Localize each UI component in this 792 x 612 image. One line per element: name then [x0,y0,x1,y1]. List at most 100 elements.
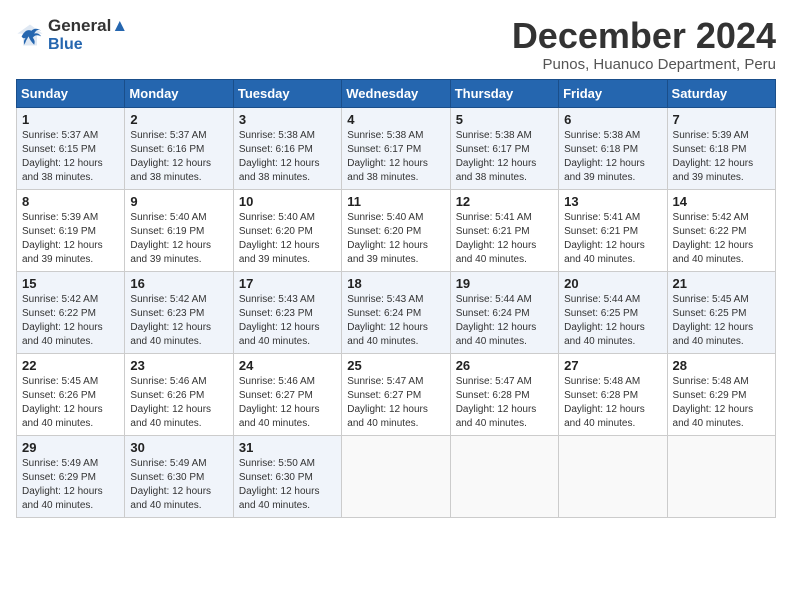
day-info: Sunrise: 5:49 AMSunset: 6:30 PMDaylight:… [130,457,227,513]
day-number: 11 [347,194,444,209]
month-title: December 2024 [512,16,776,56]
day-number: 30 [130,440,227,455]
day-info: Sunrise: 5:40 AMSunset: 6:20 PMDaylight:… [239,211,336,267]
day-info: Sunrise: 5:47 AMSunset: 6:27 PMDaylight:… [347,375,444,431]
calendar-cell: 24 Sunrise: 5:46 AMSunset: 6:27 PMDayligh… [233,353,341,435]
calendar-table: SundayMondayTuesdayWednesdayThursdayFrid… [16,79,776,518]
calendar-cell: 18 Sunrise: 5:43 AMSunset: 6:24 PMDayligh… [342,271,450,353]
logo-text: General▲ Blue [48,16,128,54]
calendar-cell: 17 Sunrise: 5:43 AMSunset: 6:23 PMDayligh… [233,271,341,353]
day-number: 14 [673,194,770,209]
calendar-cell: 21 Sunrise: 5:45 AMSunset: 6:25 PMDayligh… [667,271,775,353]
day-info: Sunrise: 5:37 AMSunset: 6:16 PMDaylight:… [130,129,227,185]
day-info: Sunrise: 5:42 AMSunset: 6:22 PMDaylight:… [673,211,770,267]
calendar-cell: 1 Sunrise: 5:37 AMSunset: 6:15 PMDaylight… [17,107,125,189]
day-info: Sunrise: 5:37 AMSunset: 6:15 PMDaylight:… [22,129,119,185]
calendar-cell [342,435,450,517]
day-number: 16 [130,276,227,291]
day-info: Sunrise: 5:41 AMSunset: 6:21 PMDaylight:… [456,211,553,267]
day-number: 28 [673,358,770,373]
day-info: Sunrise: 5:43 AMSunset: 6:23 PMDaylight:… [239,293,336,349]
day-number: 6 [564,112,661,127]
logo: General▲ Blue [16,16,128,54]
day-info: Sunrise: 5:40 AMSunset: 6:19 PMDaylight:… [130,211,227,267]
day-number: 22 [22,358,119,373]
calendar-cell: 3 Sunrise: 5:38 AMSunset: 6:16 PMDaylight… [233,107,341,189]
title-block: December 2024 Punos, Huanuco Department,… [512,16,776,73]
calendar-cell [559,435,667,517]
day-number: 8 [22,194,119,209]
day-number: 26 [456,358,553,373]
day-info: Sunrise: 5:41 AMSunset: 6:21 PMDaylight:… [564,211,661,267]
day-info: Sunrise: 5:44 AMSunset: 6:24 PMDaylight:… [456,293,553,349]
day-info: Sunrise: 5:38 AMSunset: 6:17 PMDaylight:… [347,129,444,185]
day-number: 15 [22,276,119,291]
calendar-cell: 4 Sunrise: 5:38 AMSunset: 6:17 PMDaylight… [342,107,450,189]
calendar-cell: 12 Sunrise: 5:41 AMSunset: 6:21 PMDayligh… [450,189,558,271]
weekday-header-saturday: Saturday [667,79,775,107]
calendar-cell: 6 Sunrise: 5:38 AMSunset: 6:18 PMDaylight… [559,107,667,189]
day-info: Sunrise: 5:42 AMSunset: 6:22 PMDaylight:… [22,293,119,349]
calendar-cell: 7 Sunrise: 5:39 AMSunset: 6:18 PMDaylight… [667,107,775,189]
calendar-cell: 26 Sunrise: 5:47 AMSunset: 6:28 PMDayligh… [450,353,558,435]
calendar-cell [450,435,558,517]
day-info: Sunrise: 5:49 AMSunset: 6:29 PMDaylight:… [22,457,119,513]
day-number: 5 [456,112,553,127]
day-info: Sunrise: 5:46 AMSunset: 6:26 PMDaylight:… [130,375,227,431]
day-number: 18 [347,276,444,291]
day-number: 1 [22,112,119,127]
logo-icon [16,21,44,49]
day-number: 2 [130,112,227,127]
day-number: 12 [456,194,553,209]
page-header: General▲ Blue December 2024 Punos, Huanu… [16,16,776,73]
calendar-cell: 13 Sunrise: 5:41 AMSunset: 6:21 PMDayligh… [559,189,667,271]
day-number: 27 [564,358,661,373]
day-info: Sunrise: 5:38 AMSunset: 6:16 PMDaylight:… [239,129,336,185]
weekday-header-thursday: Thursday [450,79,558,107]
day-number: 31 [239,440,336,455]
day-number: 24 [239,358,336,373]
calendar-cell: 10Sunrise: 5:40 AMSunset: 6:20 PMDayligh… [233,189,341,271]
day-number: 17 [239,276,336,291]
calendar-cell: 31 Sunrise: 5:50 AMSunset: 6:30 PMDayligh… [233,435,341,517]
calendar-cell: 29 Sunrise: 5:49 AMSunset: 6:29 PMDayligh… [17,435,125,517]
day-info: Sunrise: 5:46 AMSunset: 6:27 PMDaylight:… [239,375,336,431]
day-info: Sunrise: 5:38 AMSunset: 6:18 PMDaylight:… [564,129,661,185]
day-number: 19 [456,276,553,291]
calendar-cell: 5 Sunrise: 5:38 AMSunset: 6:17 PMDaylight… [450,107,558,189]
day-info: Sunrise: 5:40 AMSunset: 6:20 PMDaylight:… [347,211,444,267]
day-info: Sunrise: 5:47 AMSunset: 6:28 PMDaylight:… [456,375,553,431]
calendar-cell: 8Sunrise: 5:39 AMSunset: 6:19 PMDaylight… [17,189,125,271]
weekday-header-monday: Monday [125,79,233,107]
calendar-cell [667,435,775,517]
day-number: 4 [347,112,444,127]
calendar-cell: 11 Sunrise: 5:40 AMSunset: 6:20 PMDayligh… [342,189,450,271]
day-info: Sunrise: 5:39 AMSunset: 6:18 PMDaylight:… [673,129,770,185]
calendar-cell: 15 Sunrise: 5:42 AMSunset: 6:22 PMDayligh… [17,271,125,353]
calendar-cell: 27Sunrise: 5:48 AMSunset: 6:28 PMDayligh… [559,353,667,435]
calendar-cell: 2 Sunrise: 5:37 AMSunset: 6:16 PMDaylight… [125,107,233,189]
day-info: Sunrise: 5:44 AMSunset: 6:25 PMDaylight:… [564,293,661,349]
calendar-cell: 25Sunrise: 5:47 AMSunset: 6:27 PMDayligh… [342,353,450,435]
day-number: 7 [673,112,770,127]
day-info: Sunrise: 5:50 AMSunset: 6:30 PMDaylight:… [239,457,336,513]
location-subtitle: Punos, Huanuco Department, Peru [512,56,776,73]
calendar-cell: 19 Sunrise: 5:44 AMSunset: 6:24 PMDayligh… [450,271,558,353]
day-number: 13 [564,194,661,209]
day-info: Sunrise: 5:45 AMSunset: 6:26 PMDaylight:… [22,375,119,431]
day-number: 21 [673,276,770,291]
weekday-header-wednesday: Wednesday [342,79,450,107]
calendar-cell: 20 Sunrise: 5:44 AMSunset: 6:25 PMDayligh… [559,271,667,353]
calendar-cell: 22 Sunrise: 5:45 AMSunset: 6:26 PMDayligh… [17,353,125,435]
calendar-cell: 16 Sunrise: 5:42 AMSunset: 6:23 PMDayligh… [125,271,233,353]
day-number: 20 [564,276,661,291]
day-info: Sunrise: 5:42 AMSunset: 6:23 PMDaylight:… [130,293,227,349]
day-info: Sunrise: 5:43 AMSunset: 6:24 PMDaylight:… [347,293,444,349]
day-info: Sunrise: 5:38 AMSunset: 6:17 PMDaylight:… [456,129,553,185]
calendar-cell: 9Sunrise: 5:40 AMSunset: 6:19 PMDaylight… [125,189,233,271]
weekday-header-tuesday: Tuesday [233,79,341,107]
day-info: Sunrise: 5:45 AMSunset: 6:25 PMDaylight:… [673,293,770,349]
weekday-header-friday: Friday [559,79,667,107]
day-number: 29 [22,440,119,455]
day-number: 3 [239,112,336,127]
